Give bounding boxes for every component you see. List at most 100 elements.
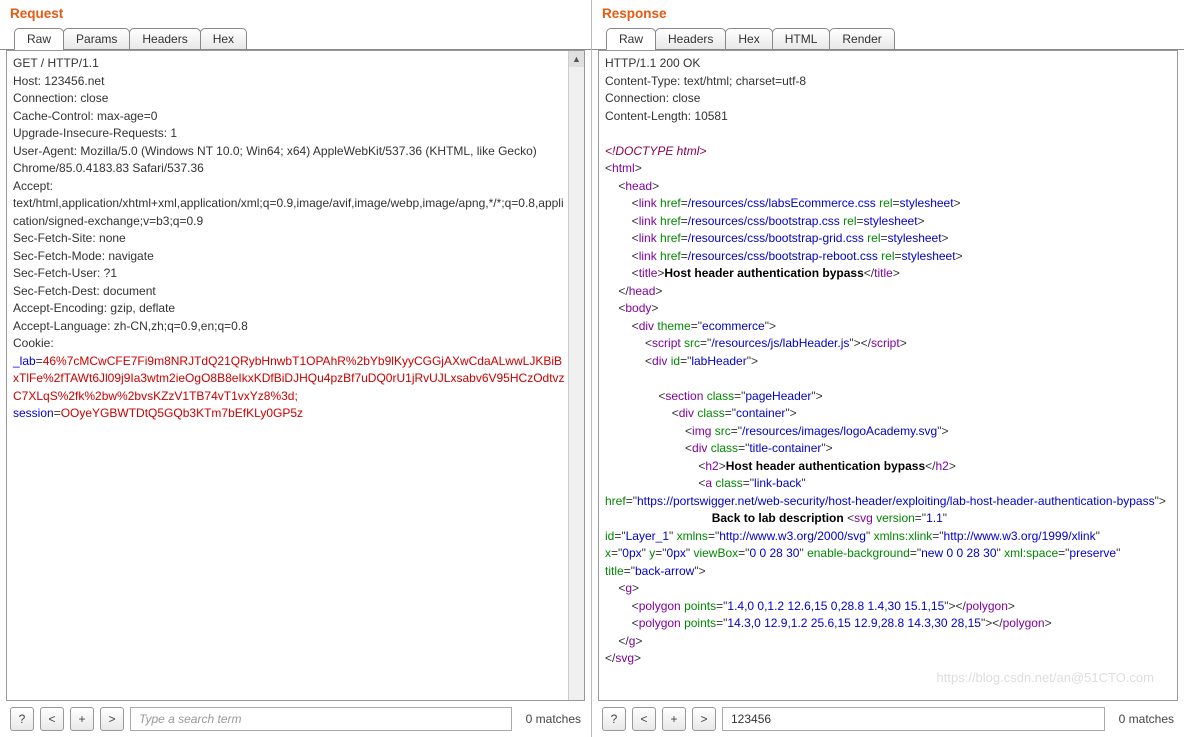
attr-enablebg: enable-background <box>807 546 910 560</box>
tag-div: div <box>652 354 667 368</box>
val-scriptsrc: /resources/js/labHeader.js <box>711 336 849 350</box>
href-4: /resources/css/bootstrap-reboot.css <box>688 249 878 263</box>
val-ahref: https://portswigger.net/web-security/hos… <box>637 494 1155 508</box>
tab-render[interactable]: Render <box>829 28 894 50</box>
attr-class: class <box>715 476 742 490</box>
help-button[interactable]: ? <box>602 707 626 731</box>
cookie-session-key: session <box>13 406 54 420</box>
tag-g: g <box>629 634 636 648</box>
attr-src: src <box>715 424 731 438</box>
tag-a: a <box>705 476 712 490</box>
val-theme: ecommerce <box>702 319 765 333</box>
req-cookie-label: Cookie: <box>13 336 54 350</box>
attr-viewbox: viewBox <box>693 546 738 560</box>
attr-rel: rel <box>843 214 856 228</box>
next-button[interactable]: > <box>100 707 124 731</box>
attr-class: class <box>711 441 738 455</box>
attr-xmlspace: xml:space <box>1004 546 1058 560</box>
scroll-up-icon[interactable]: ▲ <box>569 51 584 67</box>
tab-hex[interactable]: Hex <box>200 28 247 50</box>
tag-title: title <box>639 266 658 280</box>
attr-src: src <box>684 336 700 350</box>
add-button[interactable]: + <box>662 707 686 731</box>
href-3: /resources/css/bootstrap-grid.css <box>688 231 864 245</box>
resp-ct: Content-Type: text/html; charset=utf-8 <box>605 74 806 88</box>
request-tabs: Raw Params Headers Hex <box>0 27 591 50</box>
val-preserve: preserve <box>1069 546 1116 560</box>
tag-polygon: polygon <box>639 616 681 630</box>
attr-href: href <box>660 231 681 245</box>
req-dest: Sec-Fetch-Dest: document <box>13 284 156 298</box>
response-title: Response <box>592 0 1184 27</box>
tag-h2: h2 <box>935 459 948 473</box>
attr-rel: rel <box>879 196 892 210</box>
back-text: Back to lab description <box>712 511 847 525</box>
val-svgid: Layer_1 <box>626 529 669 543</box>
val-imgsrc: /resources/images/logoAcademy.svg <box>742 424 937 438</box>
val-stylesheet: stylesheet <box>888 231 942 245</box>
tag-link: link <box>639 231 657 245</box>
req-lang: Accept-Language: zh-CN,zh;q=0.9,en;q=0.8 <box>13 319 248 333</box>
response-search-input[interactable] <box>722 707 1105 731</box>
val-stylesheet: stylesheet <box>900 196 954 210</box>
tag-polygon: polygon <box>639 599 681 613</box>
title-text: Host header authentication bypass <box>664 266 863 280</box>
request-matches: 0 matches <box>518 712 581 726</box>
req-uir: Upgrade-Insecure-Requests: 1 <box>13 126 177 140</box>
attr-id: id <box>605 529 614 543</box>
request-search-input[interactable] <box>130 707 512 731</box>
val-poly1: 1.4,0 0,1.2 12.6,15 0,28.8 1.4,30 15.1,1… <box>727 599 944 613</box>
add-button[interactable]: + <box>70 707 94 731</box>
tab-raw[interactable]: Raw <box>14 28 64 50</box>
attr-xmlns-xlink: xmlns:xlink <box>874 529 933 543</box>
h2-text: Host header authentication bypass <box>726 459 925 473</box>
tab-raw[interactable]: Raw <box>606 28 656 50</box>
prev-button[interactable]: < <box>632 707 656 731</box>
request-panel: Request Raw Params Headers Hex GET / HTT… <box>0 0 592 737</box>
response-tabs: Raw Headers Hex HTML Render <box>592 27 1184 50</box>
tab-params[interactable]: Params <box>63 28 130 50</box>
req-site: Sec-Fetch-Site: none <box>13 231 126 245</box>
help-button[interactable]: ? <box>10 707 34 731</box>
tab-html[interactable]: HTML <box>772 28 831 50</box>
attr-version: version <box>876 511 915 525</box>
request-body[interactable]: GET / HTTP/1.1 Host: 123456.net Connecti… <box>7 51 584 700</box>
tab-hex[interactable]: Hex <box>725 28 772 50</box>
req-accept: text/html,application/xhtml+xml,applicat… <box>13 196 564 228</box>
req-accept-label: Accept: <box>13 179 53 193</box>
req-conn: Connection: close <box>13 91 108 105</box>
response-matches: 0 matches <box>1111 712 1174 726</box>
attr-rel: rel <box>881 249 894 263</box>
resp-doctype: <!DOCTYPE html> <box>605 144 706 158</box>
response-body[interactable]: HTTP/1.1 200 OK Content-Type: text/html;… <box>599 51 1177 700</box>
request-scrollbar[interactable]: ▲ <box>568 51 584 700</box>
tag-title: title <box>874 266 893 280</box>
resp-status: HTTP/1.1 200 OK <box>605 56 700 70</box>
resp-conn: Connection: close <box>605 91 700 105</box>
val-xlink: http://www.w3.org/1999/xlink <box>944 529 1096 543</box>
prev-button[interactable]: < <box>40 707 64 731</box>
val-labheader: labHeader <box>691 354 746 368</box>
tag-script: script <box>871 336 900 350</box>
tab-headers[interactable]: Headers <box>129 28 200 50</box>
val-enablebg: new 0 0 28 30 <box>921 546 996 560</box>
tab-headers[interactable]: Headers <box>655 28 726 50</box>
val-svgtitle: back-arrow <box>635 564 694 578</box>
val-viewbox: 0 0 28 30 <box>749 546 799 560</box>
req-mode: Sec-Fetch-Mode: navigate <box>13 249 154 263</box>
attr-id: id <box>671 354 680 368</box>
req-enc: Accept-Encoding: gzip, deflate <box>13 301 175 315</box>
tag-svg: svg <box>615 651 634 665</box>
val-version: 1.1 <box>926 511 943 525</box>
next-button[interactable]: > <box>692 707 716 731</box>
attr-href: href <box>660 214 681 228</box>
tag-svg: svg <box>854 511 873 525</box>
tag-img: img <box>692 424 711 438</box>
tag-body: body <box>625 301 651 315</box>
href-1: /resources/css/labsEcommerce.css <box>688 196 876 210</box>
val-y: 0px <box>667 546 686 560</box>
tag-h2: h2 <box>705 459 718 473</box>
attr-y: y <box>649 546 655 560</box>
attr-xmlns: xmlns <box>677 529 708 543</box>
resp-clen: Content-Length: 10581 <box>605 109 728 123</box>
